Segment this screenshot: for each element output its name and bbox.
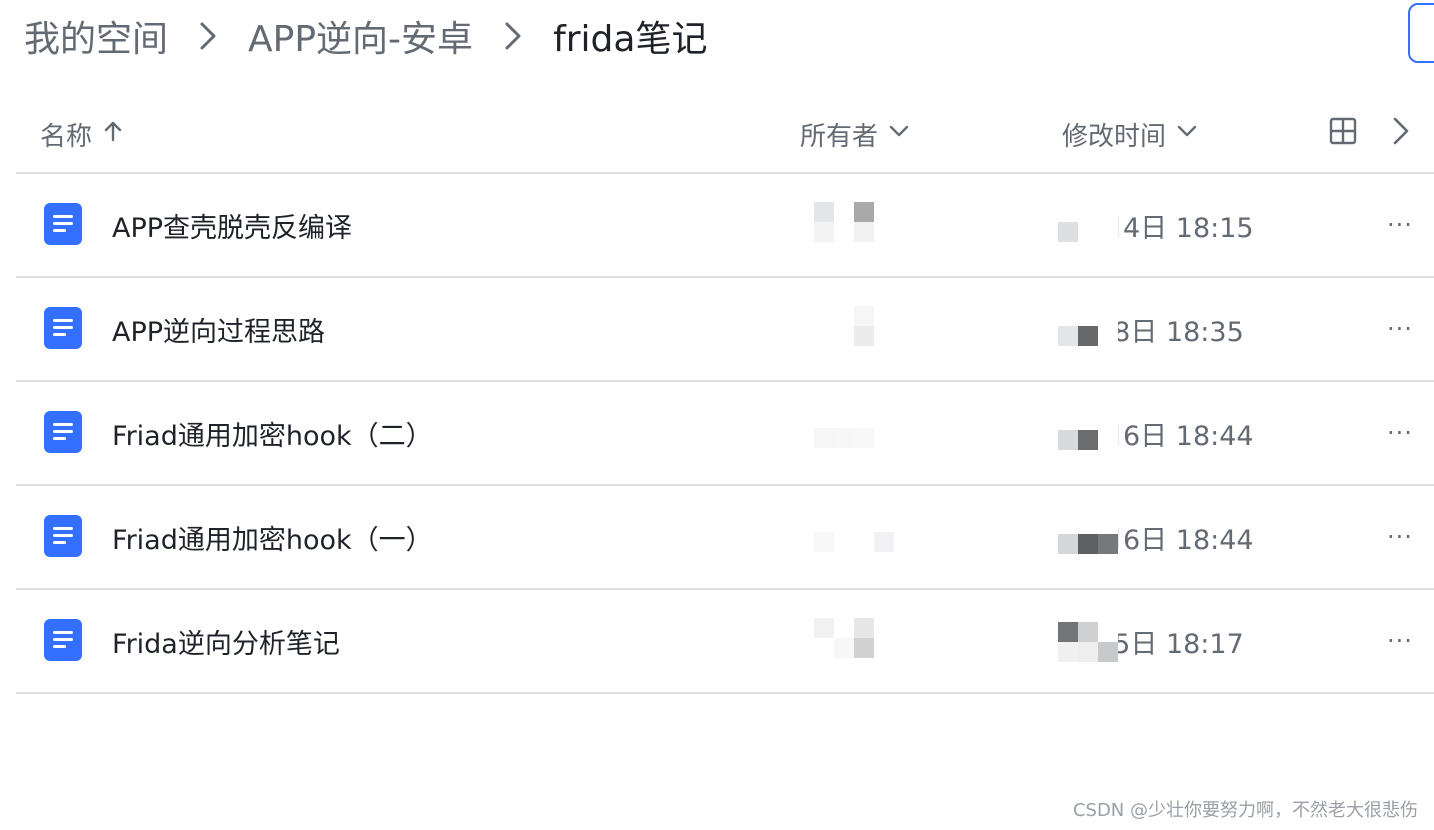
modified-time: 月6日 18:44 [1096,420,1254,452]
column-owner-label: 所有者 [800,121,879,152]
doc-icon [44,307,82,349]
chevron-right-icon [1390,116,1412,153]
owner-avatar-redacted [796,512,906,558]
redacted-mask [1056,618,1118,664]
breadcrumb-current-folder: frida笔记 [553,19,708,60]
more-icon[interactable]: ··· [1378,382,1422,484]
owner-avatar-redacted [796,616,906,662]
file-list: APP查壳脱壳反编译 月4日 18:15 ··· APP逆向过程思路 28日 1… [16,174,1434,694]
owner-avatar-redacted [796,408,906,454]
modified-cell: 月6日 18:44 [1056,486,1296,588]
owner-avatar-redacted [796,304,906,350]
file-row[interactable]: Friad通用加密hook（二） 月6日 18:44 ··· [16,382,1434,486]
chevron-down-icon [1176,119,1198,149]
table-header: 名称 所有者 修改时间 [16,96,1434,174]
modified-time: 月6日 18:44 [1096,524,1254,556]
file-row[interactable]: APP逆向过程思路 28日 18:35 ··· [16,278,1434,382]
modified-cell: 月6日 18:44 [1056,382,1296,484]
redacted-mask [1056,202,1118,248]
chevron-right-icon [473,21,553,51]
doc-icon [44,619,82,661]
more-icon[interactable]: ··· [1378,486,1422,588]
chevron-right-icon [168,21,248,51]
grid-view-button[interactable] [1328,96,1358,172]
column-modified-label: 修改时间 [1062,121,1167,152]
more-icon[interactable]: ··· [1378,590,1422,692]
modified-time: 月4日 18:15 [1096,212,1254,244]
redacted-mask [1056,410,1118,456]
grid-view-icon [1328,116,1358,153]
file-row[interactable]: APP查壳脱壳反编译 月4日 18:15 ··· [16,174,1434,278]
modified-time: 28日 18:35 [1096,316,1244,348]
doc-icon [44,411,82,453]
modified-cell: 28日 18:35 [1056,278,1296,380]
file-row[interactable]: Frida逆向分析笔记 15日 18:17 ··· [16,590,1434,694]
modified-cell: 月4日 18:15 [1056,174,1296,276]
breadcrumb-app-reverse[interactable]: APP逆向-安卓 [248,10,473,62]
chevron-down-icon [888,119,910,149]
file-name[interactable]: APP逆向过程思路 [112,278,325,380]
sort-by-name[interactable]: 名称 [40,96,124,172]
expand-columns-button[interactable] [1390,96,1412,172]
owner-avatar-redacted [796,200,906,246]
arrow-up-icon [102,119,124,149]
modified-cell: 15日 18:17 [1056,590,1296,692]
file-row[interactable]: Friad通用加密hook（一） 月6日 18:44 ··· [16,486,1434,590]
more-icon[interactable]: ··· [1378,278,1422,380]
more-icon[interactable]: ··· [1378,174,1422,276]
breadcrumb: 我的空间 APP逆向-安卓 frida笔记 [24,8,707,64]
file-name[interactable]: APP查壳脱壳反编译 [112,174,352,276]
redacted-mask [1056,514,1118,560]
doc-icon [44,203,82,245]
watermark: CSDN @少壮你要努力啊，不然老大很悲伤 [1072,800,1418,821]
modified-filter[interactable]: 修改时间 [1062,96,1198,172]
breadcrumb-my-space[interactable]: 我的空间 [24,10,168,62]
share-button[interactable] [1408,3,1434,63]
column-name-label: 名称 [40,121,93,152]
file-name[interactable]: Friad通用加密hook（二） [112,382,433,484]
modified-time: 15日 18:17 [1096,628,1244,660]
doc-icon [44,515,82,557]
file-name[interactable]: Friad通用加密hook（一） [112,486,433,588]
file-name[interactable]: Frida逆向分析笔记 [112,590,340,692]
redacted-mask [1056,306,1118,352]
owner-filter[interactable]: 所有者 [800,96,910,172]
